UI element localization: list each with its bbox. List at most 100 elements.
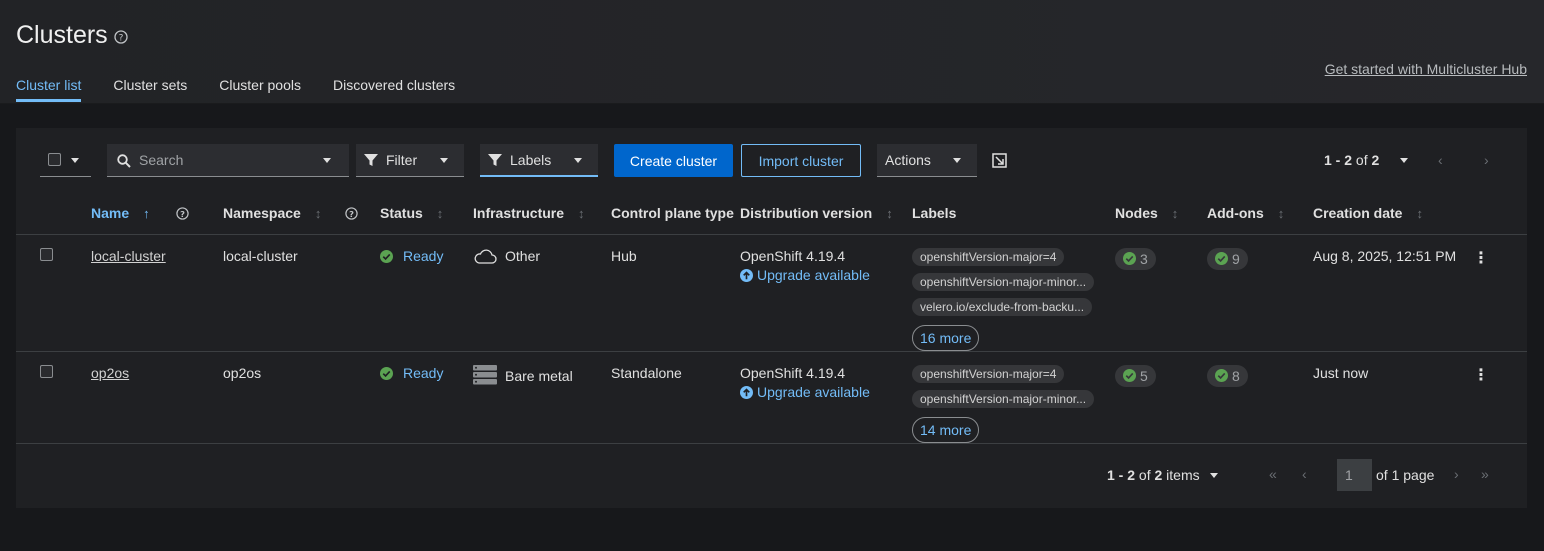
of-page-label: of 1 page (1376, 467, 1435, 483)
sort-icon: ↕ (1171, 205, 1179, 221)
sort-icon: ↕ (314, 205, 322, 221)
label-chip: openshiftVersion-major-minor... (912, 389, 1095, 408)
sort-icon: ↕ (1416, 205, 1423, 221)
row-checkbox[interactable] (40, 364, 53, 378)
caret-down-icon (574, 158, 582, 163)
upgrade-available-link[interactable]: Upgrade available (740, 384, 912, 400)
addons-badge[interactable]: 9 (1207, 247, 1248, 270)
header-select (16, 192, 91, 234)
help-icon[interactable]: ? (345, 207, 358, 220)
nodes-badge[interactable]: 5 (1115, 364, 1156, 387)
pagination-top[interactable]: 1 - 2 of 2 (1324, 152, 1408, 168)
distribution-version: OpenShift 4.19.4 (740, 364, 846, 381)
items-count-toggle[interactable]: 1 - 2 of 2 items (1107, 467, 1200, 483)
header-actions (1473, 192, 1527, 234)
check-circle-icon (1215, 369, 1228, 382)
table-row: local-cluster local-cluster Ready Other … (16, 234, 1527, 351)
cluster-table: Name ↑ ? Namespace ↕ ? Status ↕ Infrastruct… (16, 192, 1527, 445)
get-started-link[interactable]: Get started with Multicluster Hub (1325, 61, 1527, 77)
next-page-icon[interactable]: › (1454, 466, 1459, 482)
nodes-badge[interactable]: 3 (1115, 247, 1156, 270)
caret-down-icon[interactable] (1210, 473, 1218, 478)
header-creation-date[interactable]: Creation date ↕ (1313, 192, 1473, 234)
header-infrastructure[interactable]: Infrastructure ↕ (473, 192, 611, 234)
select-all-checkbox[interactable] (48, 153, 61, 166)
row-checkbox[interactable] (40, 247, 53, 261)
distribution-version: OpenShift 4.19.4 (740, 247, 846, 264)
search-icon (117, 154, 131, 168)
svg-text:?: ? (349, 209, 354, 219)
pagination-range: 1 - 2 (1324, 152, 1353, 168)
import-cluster-button[interactable]: Import cluster (741, 144, 861, 177)
prev-page-icon[interactable]: ‹ (1302, 466, 1307, 482)
sort-asc-icon: ↑ (143, 205, 150, 221)
tab-cluster-pools[interactable]: Cluster pools (219, 77, 301, 102)
control-plane-cell: Hub (611, 247, 637, 264)
caret-down-icon[interactable] (323, 158, 331, 163)
first-page-icon[interactable]: « (1269, 466, 1277, 482)
filter-label: Filter (386, 152, 418, 168)
svg-text:?: ? (180, 209, 185, 219)
tab-cluster-sets[interactable]: Cluster sets (113, 77, 187, 102)
next-page-icon[interactable]: › (1484, 152, 1489, 168)
filter-dropdown[interactable]: Filter (356, 144, 464, 177)
check-circle-icon (1123, 252, 1136, 265)
help-icon[interactable]: ? (175, 207, 189, 220)
status-ready[interactable]: Ready (403, 248, 443, 264)
header-status[interactable]: Status ↕ (380, 192, 473, 234)
header-addons[interactable]: Add-ons ↕ (1207, 192, 1313, 234)
cluster-name-link[interactable]: op2os (91, 365, 129, 381)
tab-bar: Cluster list Cluster sets Cluster pools … (16, 77, 487, 102)
tab-discovered-clusters[interactable]: Discovered clusters (333, 77, 455, 102)
page-header: Clusters ? Cluster list Cluster sets Clu… (0, 0, 1544, 104)
search-input[interactable] (139, 144, 309, 176)
kebab-menu-icon[interactable]: ⋮ (1473, 250, 1489, 267)
header-distribution[interactable]: Distribution version ↕ (740, 192, 912, 234)
check-circle-icon (1215, 252, 1228, 265)
label-chip: openshiftVersion-major-minor... (912, 272, 1095, 291)
table-header-row: Name ↑ ? Namespace ↕ ? Status ↕ Infrastruct… (16, 192, 1527, 234)
check-circle-icon (1123, 369, 1136, 382)
namespace-cell: local-cluster (223, 247, 298, 264)
creation-date-cell: Just now (1313, 364, 1369, 381)
search-box[interactable] (107, 144, 349, 177)
header-name[interactable]: Name ↑ ? (91, 192, 223, 234)
upgrade-available-link[interactable]: Upgrade available (740, 267, 912, 283)
actions-dropdown[interactable]: Actions (877, 144, 977, 177)
sort-icon: ↕ (1277, 205, 1285, 221)
caret-down-icon (71, 158, 79, 163)
arrow-circle-up-icon (740, 385, 753, 399)
prev-page-icon[interactable]: ‹ (1438, 152, 1443, 168)
control-plane-cell: Standalone (611, 364, 682, 381)
last-page-icon[interactable]: » (1481, 466, 1489, 482)
sort-icon: ↕ (436, 205, 444, 221)
more-labels-button[interactable]: 14 more (912, 416, 980, 443)
cluster-name-link[interactable]: local-cluster (91, 248, 166, 264)
pagination-bottom: 1 - 2 of 2 items « ‹ of 1 page › » (16, 443, 1527, 507)
bulk-select-dropdown[interactable] (40, 144, 91, 177)
more-labels-button[interactable]: 16 more (912, 324, 980, 351)
addons-badge[interactable]: 8 (1207, 364, 1248, 387)
caret-down-icon[interactable] (1400, 158, 1408, 163)
create-cluster-button[interactable]: Create cluster (614, 144, 733, 177)
header-control-plane: Control plane type (611, 204, 734, 221)
page-number-input[interactable] (1337, 459, 1372, 491)
infrastructure-label: Bare metal (505, 367, 573, 384)
actions-label: Actions (885, 152, 931, 168)
check-circle-icon (380, 249, 393, 263)
header-nodes[interactable]: Nodes ↕ (1115, 192, 1207, 234)
server-icon (473, 364, 497, 384)
kebab-menu-icon[interactable]: ⋮ (1473, 367, 1489, 384)
sort-icon: ↕ (578, 205, 585, 221)
status-ready[interactable]: Ready (403, 365, 443, 381)
filter-icon (364, 154, 378, 166)
export-icon[interactable] (992, 153, 1007, 168)
help-icon[interactable]: ? (114, 30, 128, 44)
toolbar: Filter Labels Create cluster Import clus… (16, 128, 1527, 192)
header-namespace[interactable]: Namespace ↕ ? (223, 192, 380, 234)
table-row: op2os op2os Ready Bare metal Standalone … (16, 351, 1527, 445)
labels-dropdown[interactable]: Labels (480, 144, 598, 177)
pagination-of: of (1355, 152, 1368, 168)
tab-cluster-list[interactable]: Cluster list (16, 77, 82, 102)
infrastructure-label: Other (505, 247, 541, 264)
